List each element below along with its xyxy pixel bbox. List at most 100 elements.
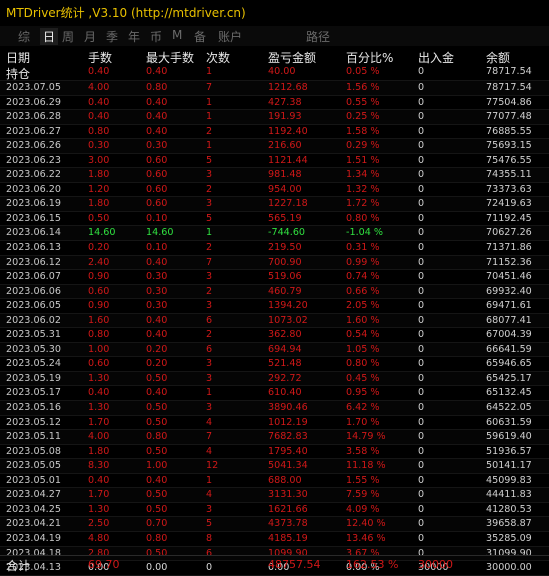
cell-percent: 1.58 % bbox=[346, 125, 380, 137]
cell-percent: 0.99 % bbox=[346, 256, 380, 268]
tab-1[interactable]: 日 bbox=[40, 28, 59, 45]
table-row[interactable]: 2023.05.31 0.80 0.40 2 362.80 0.54 % 0 67004.39 bbox=[0, 328, 549, 343]
table-row[interactable]: 2023.05.08 1.80 0.50 4 1795.40 3.58 % 0 51936.5… bbox=[0, 444, 549, 460]
table-row[interactable]: 2023.05.16 1.30 0.50 3 3890.46 6.42 % 0 64522.0… bbox=[0, 401, 549, 416]
cell-date: 2023.06.02 bbox=[6, 314, 61, 326]
tab-6[interactable]: 币 bbox=[150, 28, 162, 45]
header-balance[interactable]: 余额 bbox=[486, 49, 510, 66]
cell-count: 5 bbox=[206, 154, 213, 166]
tab-2[interactable]: 周 bbox=[62, 28, 74, 45]
cell-balance: 71152.36 bbox=[486, 256, 532, 268]
header-max-lots[interactable]: 最大手数 bbox=[146, 49, 194, 66]
table-row[interactable]: 2023.05.17 0.40 0.40 1 610.40 0.95 % 0 65132.45 bbox=[0, 386, 549, 402]
cell-count: 6 bbox=[206, 314, 213, 326]
cell-date: 2023.04.19 bbox=[6, 532, 61, 544]
cell-count: 1 bbox=[206, 96, 213, 108]
table-row[interactable]: 2023.06.02 1.60 0.40 6 1073.02 1.60 % 0 68077.4… bbox=[0, 313, 549, 329]
stats-table: 日期 手数 最大手数 次数 盈亏金额 百分比% 出入金 余额 持仓 0.40 0.40 1 40.00… bbox=[0, 47, 549, 576]
table-row[interactable]: 2023.04.19 4.80 0.80 8 4185.19 13.46 % 0 35285.… bbox=[0, 531, 549, 547]
tab-5[interactable]: 年 bbox=[128, 28, 140, 45]
total-profit: 48757.54 bbox=[268, 558, 321, 571]
cell-io: 0 bbox=[418, 285, 425, 297]
table-row[interactable]: 2023.05.19 1.30 0.50 3 292.72 0.45 % 0 65425.17 bbox=[0, 371, 549, 387]
table-row[interactable]: 2023.06.26 0.30 0.30 1 216.60 0.29 % 0 75693.15 bbox=[0, 139, 549, 154]
table-row[interactable]: 2023.06.06 0.60 0.30 2 460.79 0.66 % 0 69932.40 bbox=[0, 284, 549, 300]
table-row[interactable]: 2023.05.11 4.00 0.80 7 7682.83 14.79 % 0 59619.… bbox=[0, 430, 549, 445]
table-row[interactable]: 2023.06.22 1.80 0.60 3 981.48 1.34 % 0 74355.11 bbox=[0, 168, 549, 183]
cell-lots: 0.40 bbox=[88, 474, 110, 486]
cell-date: 2023.05.11 bbox=[6, 431, 61, 443]
cell-balance: 41280.53 bbox=[486, 503, 532, 515]
cell-percent: 7.59 % bbox=[346, 489, 380, 501]
cell-percent: 14.79 % bbox=[346, 431, 386, 443]
cell-date: 持仓 bbox=[6, 67, 31, 81]
cell-balance: 75693.15 bbox=[486, 140, 532, 152]
cell-profit: 427.38 bbox=[268, 96, 302, 108]
table-row[interactable]: 2023.06.07 0.90 0.30 3 519.06 0.74 % 0 70451.46 bbox=[0, 270, 549, 285]
cell-max-lots: 0.80 bbox=[146, 532, 168, 544]
cell-max-lots: 0.40 bbox=[146, 125, 168, 137]
header-profit[interactable]: 盈亏金额 bbox=[268, 49, 316, 66]
cell-profit: 219.50 bbox=[268, 242, 302, 254]
header-count[interactable]: 次数 bbox=[206, 49, 230, 66]
cell-io: 0 bbox=[418, 532, 425, 544]
cell-lots: 1.30 bbox=[88, 402, 110, 414]
cell-date: 2023.06.26 bbox=[6, 140, 61, 152]
header-lots[interactable]: 手数 bbox=[88, 49, 112, 66]
cell-balance: 66641.59 bbox=[486, 343, 532, 355]
table-row[interactable]: 2023.04.25 1.30 0.50 3 1621.66 4.09 % 0 41280.5… bbox=[0, 502, 549, 518]
table-row[interactable]: 2023.05.05 8.30 1.00 12 5041.34 11.18 % 0 50141… bbox=[0, 459, 549, 474]
tab-3[interactable]: 月 bbox=[84, 28, 96, 45]
cell-profit: 216.60 bbox=[268, 140, 302, 152]
tab-4[interactable]: 季 bbox=[106, 28, 118, 45]
table-row[interactable]: 2023.06.05 0.90 0.30 3 1394.20 2.05 % 0 69471.6… bbox=[0, 299, 549, 314]
table-row[interactable]: 2023.05.30 1.00 0.20 6 694.94 1.05 % 0 66641.59 bbox=[0, 342, 549, 358]
table-row[interactable]: 2023.06.12 2.40 0.40 7 700.90 0.99 % 0 71152.36 bbox=[0, 255, 549, 271]
table-row[interactable]: 2023.06.14 14.60 14.60 1 -744.60 -1.04 % 0 7062… bbox=[0, 226, 549, 242]
table-row[interactable]: 2023.05.01 0.40 0.40 1 688.00 1.55 % 0 45099.83 bbox=[0, 473, 549, 489]
cell-profit: 1212.68 bbox=[268, 82, 308, 93]
table-row[interactable]: 2023.04.21 2.50 0.70 5 4373.78 12.40 % 0 39658.… bbox=[0, 517, 549, 532]
cell-max-lots: 0.50 bbox=[146, 445, 168, 457]
cell-count: 8 bbox=[206, 532, 213, 544]
cell-max-lots: 0.40 bbox=[146, 96, 168, 108]
cell-io: 0 bbox=[418, 445, 425, 457]
table-row[interactable]: 2023.06.29 0.40 0.40 1 427.38 0.55 % 0 77504.86 bbox=[0, 95, 549, 111]
table-row[interactable]: 2023.07.05 4.00 0.80 7 1212.68 1.56 % 0 78717.5… bbox=[0, 81, 549, 96]
cell-io: 0 bbox=[418, 314, 425, 326]
table-row[interactable]: 2023.05.12 1.70 0.50 4 1012.19 1.70 % 0 60631.5… bbox=[0, 415, 549, 431]
header-io[interactable]: 出入金 bbox=[418, 49, 454, 66]
header-percent[interactable]: 百分比% bbox=[346, 49, 393, 66]
cell-profit: 40.00 bbox=[268, 66, 296, 77]
cell-io: 0 bbox=[418, 300, 425, 312]
cell-balance: 69932.40 bbox=[486, 285, 532, 297]
table-row[interactable]: 持仓 0.40 0.40 1 40.00 0.05 % 0 78717.54 bbox=[0, 65, 549, 81]
table-row[interactable]: 2023.06.13 0.20 0.10 2 219.50 0.31 % 0 71371.86 bbox=[0, 241, 549, 256]
cell-lots: 0.40 bbox=[88, 96, 110, 108]
table-row[interactable]: 2023.06.20 1.20 0.60 2 954.00 1.32 % 0 73373.63 bbox=[0, 182, 549, 198]
total-lots: 69.70 bbox=[88, 558, 120, 571]
tab-7[interactable]: M bbox=[172, 28, 182, 42]
table-row[interactable]: 2023.06.23 3.00 0.60 5 1121.44 1.51 % 0 75476.5… bbox=[0, 153, 549, 169]
cell-date: 2023.06.23 bbox=[6, 154, 61, 166]
cell-lots: 4.00 bbox=[88, 82, 110, 93]
table-row[interactable]: 2023.04.27 1.70 0.50 4 3131.30 7.59 % 0 44411.8… bbox=[0, 488, 549, 503]
cell-count: 2 bbox=[206, 242, 213, 254]
cell-lots: 0.40 bbox=[88, 111, 110, 123]
tab-8[interactable]: 备 bbox=[194, 28, 206, 45]
header-date[interactable]: 日期 bbox=[6, 49, 30, 66]
table-row[interactable]: 2023.06.27 0.80 0.40 2 1192.40 1.58 % 0 76885.5… bbox=[0, 124, 549, 140]
table-row[interactable]: 2023.06.15 0.50 0.10 5 565.19 0.80 % 0 71192.45 bbox=[0, 211, 549, 227]
cell-date: 2023.05.24 bbox=[6, 358, 61, 370]
tab-10[interactable]: 路径 bbox=[306, 28, 330, 45]
tab-9[interactable]: 账户 bbox=[218, 28, 242, 45]
cell-date: 2023.06.28 bbox=[6, 111, 61, 123]
table-row[interactable]: 2023.05.24 0.60 0.20 3 521.48 0.80 % 0 65946.65 bbox=[0, 357, 549, 372]
cell-io: 0 bbox=[418, 402, 425, 414]
cell-count: 6 bbox=[206, 343, 213, 355]
table-row[interactable]: 2023.06.19 1.80 0.60 3 1227.18 1.72 % 0 72419.6… bbox=[0, 197, 549, 212]
tab-0[interactable]: 综 bbox=[18, 28, 30, 45]
cell-date: 2023.05.30 bbox=[6, 343, 61, 355]
table-row[interactable]: 2023.06.28 0.40 0.40 1 191.93 0.25 % 0 77077.48 bbox=[0, 110, 549, 125]
cell-io: 0 bbox=[418, 460, 425, 472]
